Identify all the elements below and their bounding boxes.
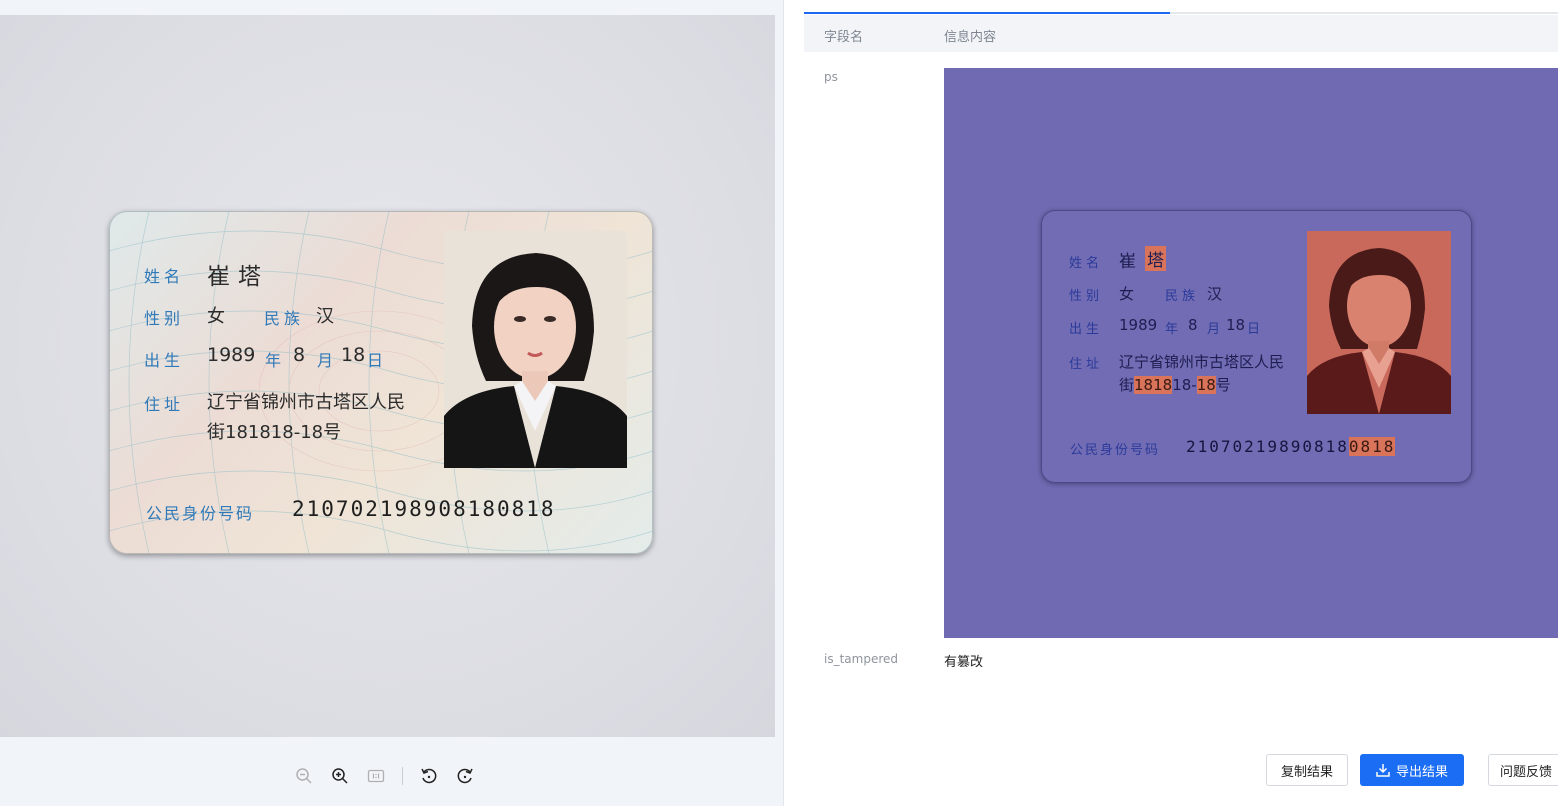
row-field-ps: ps <box>824 70 838 84</box>
heatmap-id-number: 210702198908180818 <box>1186 437 1396 456</box>
address-line1: 辽宁省锦州市古塔区人民 <box>207 392 405 413</box>
heatmap-ethnic-label: 民族 <box>1165 289 1200 304</box>
name-value: 崔塔 <box>207 264 269 290</box>
address-part: 18- <box>1172 376 1197 394</box>
feedback-label: 问题反馈 <box>1500 764 1553 780</box>
row-field-is-tampered: is_tampered <box>824 652 899 666</box>
id-number-plain: 21070219890818 <box>1186 437 1349 456</box>
header-field-name: 字段名 <box>824 30 864 45</box>
rotate-right-icon <box>457 768 473 784</box>
heatmap-name-label: 姓名 <box>1069 256 1104 271</box>
address-part-tampered: 18 <box>1196 376 1216 394</box>
zoom-in-icon <box>332 768 348 784</box>
copy-result-label: 复制结果 <box>1280 764 1333 780</box>
address-part: 街 <box>1119 376 1135 394</box>
heatmap-name-plain: 崔 <box>1119 252 1136 272</box>
birth-year: 1989 <box>207 344 256 366</box>
actual-size-button[interactable] <box>358 762 394 790</box>
rotate-left-button[interactable] <box>411 762 447 790</box>
viewer-toolbar <box>286 762 483 790</box>
feedback-button[interactable]: 问题反馈 <box>1488 754 1558 786</box>
heatmap-id-label: 公民身份号码 <box>1070 443 1161 458</box>
zoom-out-icon <box>296 768 312 784</box>
name-label: 姓名 <box>144 267 185 286</box>
is-tampered-value: 有篡改 <box>944 655 984 670</box>
year-unit: 年 <box>265 351 286 370</box>
rotate-left-icon <box>421 768 437 784</box>
actual-size-icon <box>367 769 385 783</box>
id-number-tampered: 0818 <box>1348 437 1396 456</box>
heatmap-birth-year: 1989 <box>1119 316 1158 334</box>
sex-label: 性别 <box>144 309 185 328</box>
copy-result-button[interactable]: 复制结果 <box>1266 754 1348 786</box>
heatmap-year-unit: 年 <box>1165 322 1183 337</box>
id-card-image: 姓名 崔塔 性别 女 民族 汉 出生 1989 年 8 月 18 日 住址 辽宁… <box>109 211 653 554</box>
heatmap-name-tampered: 塔 <box>1145 246 1166 271</box>
heatmap-birth-day: 18 <box>1226 316 1246 334</box>
heatmap-address-line2: 街181818-18号 <box>1119 374 1231 395</box>
heatmap-sex-value: 女 <box>1119 285 1135 303</box>
header-content: 信息内容 <box>944 30 997 45</box>
ethnic-value: 汉 <box>316 306 334 327</box>
zoom-out-button[interactable] <box>286 762 322 790</box>
address-label: 住址 <box>144 395 185 414</box>
address-part-tampered: 1818 <box>1134 376 1173 394</box>
address-line2: 街181818-18号 <box>207 422 342 443</box>
portrait-photo <box>444 231 627 468</box>
month-unit: 月 <box>317 351 338 370</box>
tamper-heatmap-image: 姓名 崔 塔 性别 女 民族 汉 出生 1989 年 8 月 18 日 住址 辽… <box>944 68 1558 638</box>
result-panel: 字段名 信息内容 ps 姓名 崔 塔 性别 女 民族 汉 出生 1989 年 8… <box>804 0 1558 806</box>
toolbar-divider <box>402 767 403 785</box>
heatmap-day-unit: 日 <box>1247 322 1265 337</box>
export-result-label: 导出结果 <box>1395 764 1448 780</box>
heatmap-birth-month: 8 <box>1188 316 1198 334</box>
heatmap-birth-label: 出生 <box>1069 322 1104 337</box>
result-table-header: 字段名 信息内容 <box>804 15 1558 52</box>
sex-value: 女 <box>207 306 225 327</box>
download-icon <box>1376 764 1390 777</box>
zoom-in-button[interactable] <box>322 762 358 790</box>
birth-label: 出生 <box>144 351 185 370</box>
panel-divider <box>783 0 784 806</box>
export-result-button[interactable]: 导出结果 <box>1360 754 1464 786</box>
birth-day: 18 <box>341 344 366 366</box>
heatmap-ethnic-value: 汉 <box>1207 285 1223 303</box>
id-number-label: 公民身份号码 <box>146 504 255 523</box>
id-number-value: 210702198908180818 <box>292 497 556 521</box>
birth-month: 8 <box>293 344 306 366</box>
ethnic-label: 民族 <box>264 309 305 328</box>
heatmap-address-label: 住址 <box>1069 357 1104 372</box>
heatmap-sex-label: 性别 <box>1069 289 1104 304</box>
address-part: 号 <box>1215 376 1231 394</box>
heatmap-address-line1: 辽宁省锦州市古塔区人民 <box>1119 353 1285 371</box>
tab-active-indicator[interactable] <box>804 12 1170 14</box>
heatmap-card: 姓名 崔 塔 性别 女 民族 汉 出生 1989 年 8 月 18 日 住址 辽… <box>1041 210 1472 483</box>
day-unit: 日 <box>367 351 388 370</box>
heatmap-month-unit: 月 <box>1207 322 1225 337</box>
heatmap-portrait <box>1307 231 1451 414</box>
image-viewer-panel: 姓名 崔塔 性别 女 民族 汉 出生 1989 年 8 月 18 日 住址 辽宁… <box>0 0 783 806</box>
image-canvas[interactable]: 姓名 崔塔 性别 女 民族 汉 出生 1989 年 8 月 18 日 住址 辽宁… <box>0 15 775 737</box>
rotate-right-button[interactable] <box>447 762 483 790</box>
